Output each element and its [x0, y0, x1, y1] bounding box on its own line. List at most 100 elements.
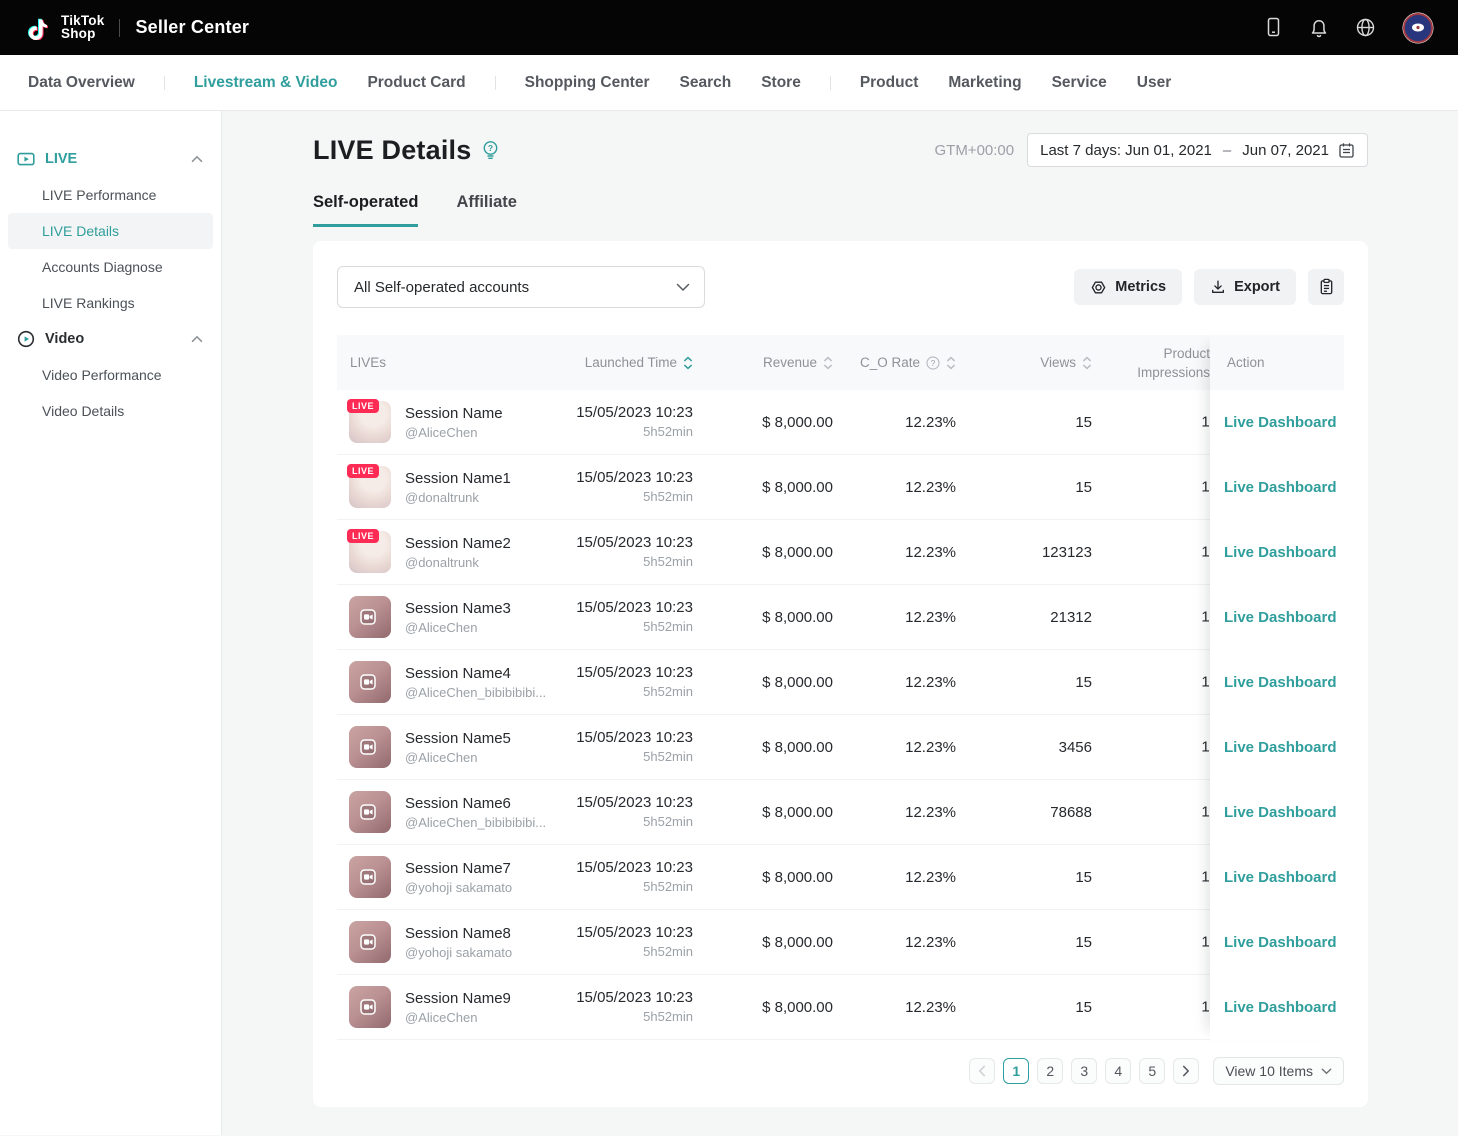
sort-icon[interactable] — [946, 356, 956, 370]
session-name: Session Name6 — [405, 793, 546, 814]
nav-item-product[interactable]: Product — [860, 74, 919, 92]
question-circle-icon[interactable]: ? — [926, 356, 940, 370]
launched-date: 15/05/2023 10:23 — [573, 793, 693, 813]
nav-item-data-overview[interactable]: Data Overview — [28, 74, 135, 92]
nav-item-marketing[interactable]: Marketing — [948, 74, 1021, 92]
live-badge: LIVE — [347, 399, 379, 413]
live-dashboard-link[interactable]: Live Dashboard — [1210, 650, 1344, 715]
live-duration: 5h52min — [573, 943, 693, 961]
session-thumbnail[interactable]: LIVE — [349, 726, 391, 768]
live-dashboard-link[interactable]: Live Dashboard — [1210, 845, 1344, 910]
views-value: 15 — [956, 674, 1092, 691]
co-rate-value: 12.23% — [833, 739, 956, 756]
tab-bar: Self-operated Affiliate — [313, 193, 1368, 227]
sidebar-group-video[interactable]: Video — [0, 321, 221, 357]
sidebar-item-video-details[interactable]: Video Details — [8, 393, 213, 429]
revenue-value: $ 8,000.00 — [693, 414, 833, 431]
session-thumbnail[interactable]: LIVE — [349, 921, 391, 963]
sidebar-item-video-performance[interactable]: Video Performance — [8, 357, 213, 393]
help-bulb-icon[interactable]: ? — [481, 140, 500, 160]
live-dashboard-link[interactable]: Live Dashboard — [1210, 390, 1344, 455]
launched-date: 15/05/2023 10:23 — [573, 468, 693, 488]
date-range-picker[interactable]: Last 7 days: Jun 01, 2021 – Jun 07, 2021 — [1027, 133, 1368, 167]
column-header-revenue[interactable]: Revenue — [693, 355, 833, 370]
page-size-select[interactable]: View 10 Items — [1213, 1057, 1344, 1085]
nav-divider — [164, 76, 165, 90]
nav-item-shopping-center[interactable]: Shopping Center — [525, 74, 650, 92]
nav-item-service[interactable]: Service — [1052, 74, 1107, 92]
sidebar-item-live-performance[interactable]: LIVE Performance — [8, 177, 213, 213]
tiktok-shop-logo[interactable]: TikTok Shop — [25, 15, 104, 40]
next-page-button[interactable] — [1173, 1058, 1199, 1084]
account-handle: @AliceChen_bibibibibi... — [405, 814, 546, 832]
table-row: LIVE Session Name4 @AliceChen_bibibibibi… — [337, 650, 1344, 715]
page-button-3[interactable]: 3 — [1071, 1058, 1097, 1084]
live-dashboard-link[interactable]: Live Dashboard — [1210, 715, 1344, 780]
page-button-1[interactable]: 1 — [1003, 1058, 1029, 1084]
nav-item-store[interactable]: Store — [761, 74, 801, 92]
live-dashboard-link[interactable]: Live Dashboard — [1210, 975, 1344, 1040]
chevron-down-icon — [676, 283, 690, 292]
seller-center-title: Seller Center — [135, 17, 249, 38]
metrics-button[interactable]: Metrics — [1074, 269, 1182, 305]
views-value: 78688 — [956, 804, 1092, 821]
live-dashboard-link[interactable]: Live Dashboard — [1210, 455, 1344, 520]
sort-icon[interactable] — [683, 356, 693, 370]
views-value: 21312 — [956, 609, 1092, 626]
clipboard-button[interactable] — [1308, 269, 1344, 305]
video-camera-icon — [349, 596, 391, 638]
session-thumbnail[interactable]: LIVE — [349, 661, 391, 703]
nav-item-product-card[interactable]: Product Card — [367, 74, 465, 92]
views-value: 123123 — [956, 544, 1092, 561]
nav-item-user[interactable]: User — [1137, 74, 1171, 92]
session-thumbnail[interactable]: LIVE — [349, 596, 391, 638]
tab-self-operated[interactable]: Self-operated — [313, 193, 418, 227]
page-button-5[interactable]: 5 — [1139, 1058, 1165, 1084]
live-duration: 5h52min — [573, 553, 693, 571]
views-value: 15 — [956, 414, 1092, 431]
page-button-2[interactable]: 2 — [1037, 1058, 1063, 1084]
nav-item-livestream-video[interactable]: Livestream & Video — [194, 74, 338, 92]
revenue-value: $ 8,000.00 — [693, 869, 833, 886]
prev-page-button[interactable] — [969, 1058, 995, 1084]
column-header-views[interactable]: Views — [956, 355, 1092, 370]
sort-icon[interactable] — [823, 356, 833, 370]
sidebar-item-live-rankings[interactable]: LIVE Rankings — [8, 285, 213, 321]
sidebar-item-accounts-diagnose[interactable]: Accounts Diagnose — [8, 249, 213, 285]
sidebar-item-live-details[interactable]: LIVE Details — [8, 213, 213, 249]
session-thumbnail[interactable]: LIVE — [349, 791, 391, 833]
account-filter-select[interactable]: All Self-operated accounts — [337, 266, 705, 308]
table-row: LIVE Session Name6 @AliceChen_bibibibibi… — [337, 780, 1344, 845]
nav-divider — [830, 76, 831, 90]
session-thumbnail[interactable]: LIVE — [349, 856, 391, 898]
revenue-value: $ 8,000.00 — [693, 999, 833, 1016]
user-avatar[interactable] — [1402, 12, 1434, 44]
session-thumbnail[interactable]: LIVE — [349, 986, 391, 1028]
language-globe-icon[interactable] — [1355, 17, 1376, 38]
column-header-co-rate[interactable]: C_O Rate ? — [833, 355, 956, 370]
chevron-up-icon — [191, 335, 203, 343]
session-thumbnail[interactable]: LIVE — [349, 401, 391, 443]
nav-item-search[interactable]: Search — [679, 74, 731, 92]
column-header-launched-time[interactable]: Launched Time — [573, 355, 693, 370]
session-thumbnail[interactable]: LIVE — [349, 531, 391, 573]
session-name: Session Name8 — [405, 923, 512, 944]
live-dashboard-link[interactable]: Live Dashboard — [1210, 520, 1344, 585]
live-dashboard-link[interactable]: Live Dashboard — [1210, 780, 1344, 845]
video-play-icon — [17, 330, 35, 348]
tab-affiliate[interactable]: Affiliate — [456, 193, 517, 227]
sidebar-group-live[interactable]: LIVE — [0, 141, 221, 177]
sort-icon[interactable] — [1082, 356, 1092, 370]
export-button[interactable]: Export — [1194, 269, 1296, 305]
live-badge: LIVE — [347, 529, 379, 543]
notification-bell-icon[interactable] — [1309, 17, 1329, 39]
live-dashboard-link[interactable]: Live Dashboard — [1210, 910, 1344, 975]
launched-date: 15/05/2023 10:23 — [573, 858, 693, 878]
chevron-down-icon — [1321, 1068, 1332, 1075]
live-dashboard-link[interactable]: Live Dashboard — [1210, 585, 1344, 650]
page-button-4[interactable]: 4 — [1105, 1058, 1131, 1084]
session-thumbnail[interactable]: LIVE — [349, 466, 391, 508]
mobile-app-icon[interactable] — [1264, 17, 1283, 38]
table-body: LIVE Session Name @AliceChen 15/05/2023 … — [337, 390, 1344, 1040]
account-handle: @AliceChen — [405, 1009, 511, 1027]
